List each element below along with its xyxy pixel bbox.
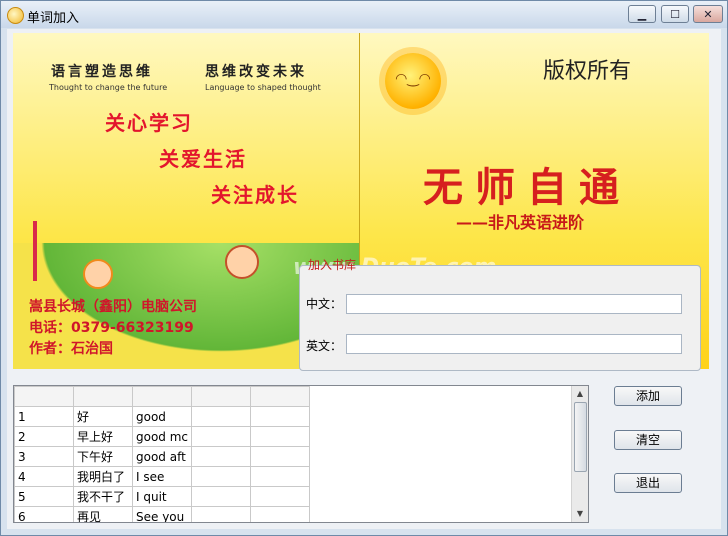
english-input[interactable]	[346, 334, 682, 354]
chinese-label: 中文：	[306, 297, 343, 311]
table-row[interactable]: 2 早上好 good mc	[14, 426, 311, 447]
group-title: 加入书库	[308, 258, 357, 272]
table-scrollbar[interactable]: ▲ ▼	[571, 386, 588, 522]
slogan-left-cn: 语言塑造思维	[51, 64, 153, 80]
empty-cell[interactable]	[250, 446, 311, 467]
header-cell[interactable]	[14, 386, 74, 407]
slogan-line-2: 关爱生活	[159, 147, 247, 171]
table-row[interactable]: 3 下午好 good aft	[14, 446, 311, 467]
table-row[interactable]: 6 再见 See you	[14, 506, 311, 522]
english-cell[interactable]: good aft	[131, 446, 193, 467]
empty-cell[interactable]	[250, 506, 311, 522]
app-title-graphic: 无师自通	[423, 164, 631, 211]
word-table-body: 1 好 good 2 早上好 good mc 3 下午好 good aft 4 …	[14, 386, 311, 522]
minimize-icon: ▁	[637, 8, 647, 21]
row-number: 1	[14, 406, 74, 427]
add-to-library-group: 加入书库 中文： 英文：	[299, 258, 701, 371]
copyright-text: 版权所有	[543, 59, 632, 84]
row-number: 2	[14, 426, 74, 447]
empty-cell[interactable]	[191, 506, 252, 522]
app-subtitle-graphic: ——非凡英语进阶	[456, 213, 585, 232]
chinese-cell[interactable]: 早上好	[73, 426, 133, 447]
empty-cell[interactable]	[191, 406, 252, 427]
empty-cell[interactable]	[191, 466, 252, 487]
header-cell[interactable]	[131, 386, 193, 407]
table-row[interactable]: 4 我明白了 I see	[14, 466, 311, 487]
english-cell[interactable]: good	[131, 406, 193, 427]
title-bar[interactable]: 单词加入 ▁ ☐ ✕	[1, 1, 727, 28]
slogan-right-cn: 思维改变未来	[205, 64, 307, 80]
company-name: 嵩县长城（鑫阳）电脑公司	[29, 299, 197, 315]
company-info: 嵩县长城（鑫阳）电脑公司 电话：0379-66323199 作者：石治国	[29, 297, 197, 360]
scroll-down-icon[interactable]: ▼	[572, 506, 588, 522]
child-illustration	[83, 259, 113, 289]
chinese-cell[interactable]: 我不干了	[73, 486, 133, 507]
reading-girl-illustration	[225, 245, 259, 279]
tree-illustration	[33, 221, 71, 281]
window-title: 单词加入	[27, 11, 80, 26]
header-cell[interactable]	[250, 386, 311, 407]
scroll-up-icon[interactable]: ▲	[572, 386, 588, 402]
table-row[interactable]: 1 好 good	[14, 406, 311, 427]
header-cell[interactable]	[73, 386, 133, 407]
row-number: 4	[14, 466, 74, 487]
slogan-line-3: 关注成长	[211, 183, 299, 207]
empty-cell[interactable]	[191, 426, 252, 447]
scroll-thumb[interactable]	[574, 402, 587, 472]
english-label: 英文：	[306, 339, 343, 353]
header-cell[interactable]	[191, 386, 252, 407]
app-icon	[7, 7, 24, 24]
sun-icon: ◠‿◠	[385, 53, 441, 109]
row-number: 6	[14, 506, 74, 522]
clear-button[interactable]: 清空	[614, 430, 682, 450]
english-cell[interactable]: good mc	[131, 426, 193, 447]
table-row[interactable]: 5 我不干了 I quit	[14, 486, 311, 507]
row-number: 3	[14, 446, 74, 467]
maximize-button[interactable]: ☐	[661, 5, 689, 23]
empty-cell[interactable]	[250, 486, 311, 507]
empty-cell[interactable]	[250, 466, 311, 487]
english-cell[interactable]: See you	[131, 506, 193, 522]
exit-button[interactable]: 退出	[614, 473, 682, 493]
close-icon: ✕	[703, 8, 713, 21]
add-button[interactable]: 添加	[614, 386, 682, 406]
english-cell[interactable]: I quit	[131, 486, 193, 507]
maximize-icon: ☐	[670, 8, 680, 21]
empty-cell[interactable]	[191, 446, 252, 467]
slogan-left-en: Thought to change the future	[49, 83, 168, 92]
chinese-input[interactable]	[346, 294, 682, 314]
close-button[interactable]: ✕	[693, 5, 723, 23]
slogan-right-en: Language to shaped thought	[205, 83, 321, 92]
chinese-cell[interactable]: 我明白了	[73, 466, 133, 487]
empty-cell[interactable]	[250, 406, 311, 427]
empty-cell[interactable]	[250, 426, 311, 447]
chinese-cell[interactable]: 好	[73, 406, 133, 427]
slogan-line-1: 关心学习	[105, 111, 193, 135]
english-cell[interactable]: I see	[131, 466, 193, 487]
company-author: 作者：石治国	[29, 341, 113, 357]
table-header-row	[14, 386, 311, 407]
row-number: 5	[14, 486, 74, 507]
chinese-cell[interactable]: 再见	[73, 506, 133, 522]
company-phone: 电话：0379-66323199	[29, 320, 194, 336]
client-area: 语言塑造思维 Thought to change the future 思维改变…	[7, 29, 721, 529]
minimize-button[interactable]: ▁	[628, 5, 656, 23]
word-table[interactable]: 1 好 good 2 早上好 good mc 3 下午好 good aft 4 …	[13, 385, 589, 523]
empty-cell[interactable]	[191, 486, 252, 507]
app-window: 单词加入 ▁ ☐ ✕ 语言塑造思维 Thought to change the …	[0, 0, 728, 536]
chinese-cell[interactable]: 下午好	[73, 446, 133, 467]
